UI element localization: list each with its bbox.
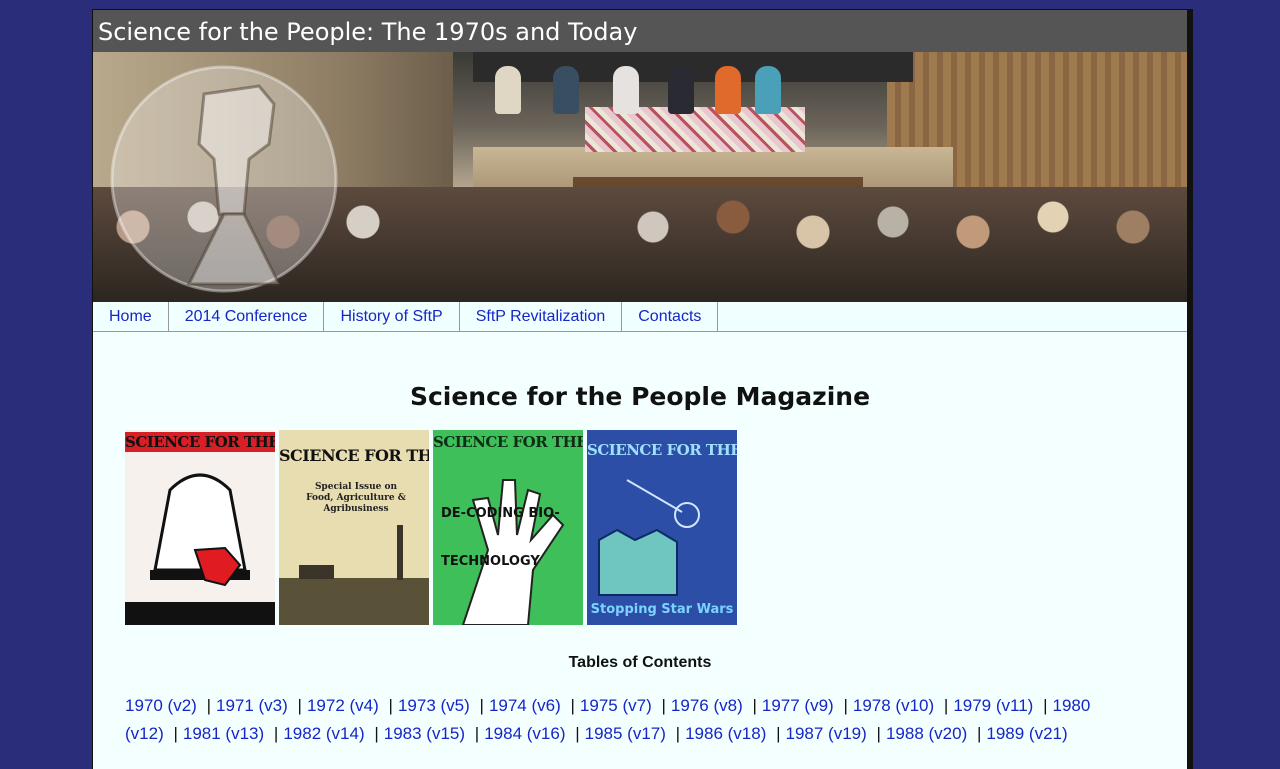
link-separator: | xyxy=(297,696,302,715)
link-separator: | xyxy=(479,696,484,715)
toc-year-link[interactable]: 1977 (v9) xyxy=(762,696,834,715)
toc-year-link[interactable]: 1985 (v17) xyxy=(585,724,666,743)
toc-year-link[interactable]: 1981 (v13) xyxy=(183,724,264,743)
toc-year-link[interactable]: 1986 (v18) xyxy=(685,724,766,743)
toc-year-link[interactable]: 1984 (v16) xyxy=(484,724,565,743)
site-title: Science for the People: The 1970s and To… xyxy=(93,10,1187,52)
link-separator: | xyxy=(374,724,379,743)
magazine-covers: SCIENCE FOR THE PEOPLE SCIENCE FOR THE P… xyxy=(125,430,1155,625)
toc-year-link[interactable]: 1987 (v19) xyxy=(786,724,867,743)
link-separator: | xyxy=(661,696,666,715)
link-separator: | xyxy=(976,724,982,743)
link-separator: | xyxy=(675,724,681,743)
liberty-bell-icon xyxy=(125,473,275,625)
page-container: Science for the People: The 1970s and To… xyxy=(92,9,1187,769)
toc-heading: Tables of Contents xyxy=(568,654,712,671)
nav-contacts[interactable]: Contacts xyxy=(622,302,719,331)
link-separator: | xyxy=(843,696,848,715)
nav-2014-conference[interactable]: 2014 Conference xyxy=(169,302,325,331)
link-separator: | xyxy=(575,724,580,743)
toc-year-link[interactable]: 1976 (v8) xyxy=(671,696,743,715)
hero-photo xyxy=(93,52,1187,302)
link-separator: | xyxy=(173,724,178,743)
farm-field-icon xyxy=(279,525,429,625)
magazine-cover-biotech[interactable]: SCIENCE FOR THE PEOPLE DE-CODING BIO-TEC… xyxy=(433,430,583,625)
toc-year-link[interactable]: 1983 (v15) xyxy=(384,724,465,743)
toc-year-link[interactable]: 1979 (v11) xyxy=(953,696,1033,715)
link-separator: | xyxy=(1043,696,1048,715)
link-separator: | xyxy=(206,696,211,715)
page-heading: Science for the People Magazine xyxy=(409,382,871,411)
nav-home[interactable]: Home xyxy=(93,302,169,331)
nav-history-of-sftp[interactable]: History of SftP xyxy=(324,302,460,331)
magazine-cover-food[interactable]: SCIENCE FOR THE PEOPLE Special Issue on … xyxy=(279,430,429,625)
toc-year-link[interactable]: 1970 (v2) xyxy=(125,696,197,715)
toc-year-link[interactable]: 1972 (v4) xyxy=(307,696,379,715)
link-separator: | xyxy=(752,696,757,715)
toc-year-link[interactable]: 1989 (v21) xyxy=(986,724,1067,743)
main-nav: Home 2014 Conference History of SftP Sft… xyxy=(93,302,1187,332)
toc-year-link[interactable]: 1973 (v5) xyxy=(398,696,470,715)
toc-year-link[interactable]: 1982 (v14) xyxy=(283,724,364,743)
toc-year-link[interactable]: 1978 (v10) xyxy=(853,696,934,715)
magazine-cover-star-wars[interactable]: SCIENCE FOR THE PEOPLE Stopping Star War… xyxy=(587,430,737,625)
link-separator: | xyxy=(876,724,881,743)
link-separator: | xyxy=(474,724,480,743)
cover-subtitle: DE-CODING BIO-TECHNOLOGY xyxy=(441,506,560,569)
toc-links: 1970 (v2) | 1971 (v3) | 1972 (v4) | 1973 (v… xyxy=(125,692,1125,748)
fist-logo-icon xyxy=(110,65,338,293)
link-separator: | xyxy=(943,696,949,715)
link-separator: | xyxy=(776,724,781,743)
link-separator: | xyxy=(570,696,575,715)
satellite-icon xyxy=(598,479,700,596)
toc-year-link[interactable]: 1974 (v6) xyxy=(489,696,561,715)
main-content: Science for the People Magazine SCIENCE … xyxy=(93,332,1187,748)
cover-subtitle: Stopping Star Wars xyxy=(590,602,734,617)
nav-sftp-revitalization[interactable]: SftP Revitalization xyxy=(460,302,623,331)
toc-year-link[interactable]: 1988 (v20) xyxy=(886,724,967,743)
magazine-cover-bell[interactable]: SCIENCE FOR THE PEOPLE xyxy=(125,430,275,625)
link-separator: | xyxy=(388,696,393,715)
toc-year-link[interactable]: 1971 (v3) xyxy=(216,696,288,715)
link-separator: | xyxy=(273,724,279,743)
toc-year-link[interactable]: 1975 (v7) xyxy=(580,696,652,715)
